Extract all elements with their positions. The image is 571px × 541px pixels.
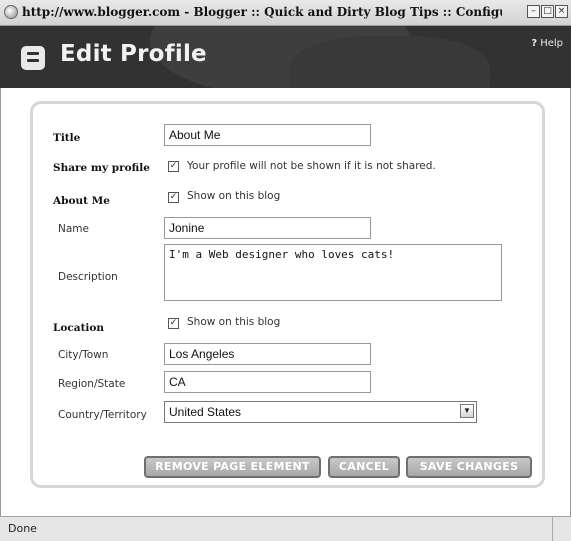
status-bar: Done bbox=[0, 516, 571, 541]
window-title-bar: http://www.blogger.com - Blogger :: Quic… bbox=[0, 0, 571, 26]
title-input[interactable]: About Me bbox=[164, 124, 371, 146]
region-label: Region/State bbox=[58, 378, 126, 390]
city-label: City/Town bbox=[58, 349, 109, 361]
name-label: Name bbox=[58, 223, 89, 235]
chevron-down-icon[interactable]: ▼ bbox=[460, 404, 474, 418]
window-title: http://www.blogger.com - Blogger :: Quic… bbox=[22, 5, 502, 19]
remove-page-element-button[interactable]: REMOVE PAGE ELEMENT bbox=[144, 456, 321, 478]
location-show-label: Show on this blog bbox=[187, 316, 281, 328]
country-select-value: United States bbox=[169, 405, 242, 419]
header-decoration bbox=[290, 36, 490, 88]
page-header: Edit Profile ? Help bbox=[0, 26, 571, 88]
title-label: Title bbox=[53, 132, 81, 144]
country-label: Country/Territory bbox=[58, 409, 147, 421]
description-textarea[interactable]: I'm a Web designer who loves cats! bbox=[164, 244, 502, 301]
window-controls: – □ × bbox=[527, 5, 568, 18]
about-me-label: About Me bbox=[53, 195, 110, 207]
country-select[interactable]: United States ▼ bbox=[164, 401, 477, 423]
description-label: Description bbox=[58, 271, 118, 283]
name-input[interactable]: Jonine bbox=[164, 217, 371, 239]
about-me-show-checkbox[interactable]: ✓ bbox=[168, 192, 179, 203]
blogger-logo-icon bbox=[21, 46, 45, 70]
about-me-show-label: Show on this blog bbox=[187, 190, 281, 202]
share-profile-checkbox-label: Your profile will not be shown if it is … bbox=[187, 160, 436, 172]
help-link[interactable]: ? Help bbox=[531, 38, 563, 49]
maximize-icon[interactable]: □ bbox=[541, 5, 554, 18]
location-show-checkbox[interactable]: ✓ bbox=[168, 318, 179, 329]
share-profile-checkbox[interactable]: ✓ bbox=[168, 161, 179, 172]
help-label: Help bbox=[540, 38, 563, 49]
status-text: Done bbox=[8, 522, 37, 535]
location-label: Location bbox=[53, 322, 105, 334]
city-input[interactable]: Los Angeles bbox=[164, 343, 371, 365]
status-bar-section bbox=[552, 517, 571, 541]
region-input[interactable]: CA bbox=[164, 371, 371, 393]
help-icon: ? bbox=[531, 38, 538, 49]
close-icon[interactable]: × bbox=[555, 5, 568, 18]
save-changes-button[interactable]: SAVE CHANGES bbox=[406, 456, 532, 478]
browser-icon bbox=[4, 5, 18, 19]
cancel-button[interactable]: CANCEL bbox=[328, 456, 400, 478]
window-border-left bbox=[0, 88, 1, 516]
edit-profile-panel: Title About Me Share my profile ✓ Your p… bbox=[30, 101, 545, 488]
share-profile-label: Share my profile bbox=[53, 162, 150, 174]
page-title: Edit Profile bbox=[60, 41, 207, 67]
minimize-icon[interactable]: – bbox=[527, 5, 540, 18]
